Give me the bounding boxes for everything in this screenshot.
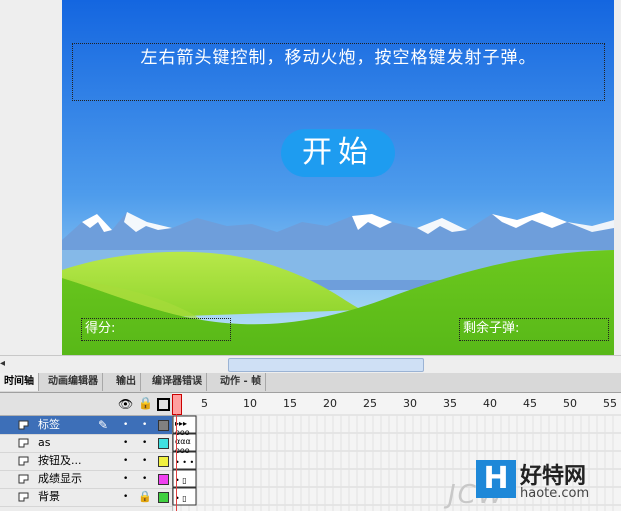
ruler-tick: 45 (523, 397, 537, 410)
visible-dot[interactable]: • (123, 488, 128, 506)
layer-name: 背景 (38, 490, 60, 503)
ruler-tick: 15 (283, 397, 297, 410)
layer-color-swatch[interactable] (158, 438, 169, 449)
ruler-tick: 10 (243, 397, 257, 410)
scrollbar-thumb[interactable] (228, 358, 424, 372)
ruler-tick: 35 (443, 397, 457, 410)
layer-color-swatch[interactable] (158, 492, 169, 503)
layer-row-as[interactable]: as • • (0, 434, 172, 453)
start-button[interactable]: 开始 (281, 129, 395, 177)
lock-dot[interactable]: • (142, 470, 147, 488)
ruler-tick: 55 (603, 397, 617, 410)
lock-dot[interactable]: • (142, 434, 147, 452)
layer-icon (18, 438, 29, 448)
tab-motion-editor[interactable]: 动画编辑器 (44, 373, 103, 391)
layer-row-score[interactable]: 成绩显示 • • (0, 470, 172, 489)
ruler-tick: 50 (563, 397, 577, 410)
keyframe-marker[interactable]: ooo (175, 429, 190, 437)
layer-color-swatch[interactable] (158, 420, 169, 431)
tab-timeline[interactable]: 时间轴 (0, 373, 39, 391)
visible-dot[interactable]: • (123, 470, 128, 488)
keyframe-marker[interactable]: ooo (175, 447, 190, 455)
visible-dot[interactable]: • (123, 416, 128, 434)
layer-list: 👁 🔒 标签 ✎ • • as • • 按钮及... • • 成绩显示 • • … (0, 393, 173, 511)
visible-dot[interactable]: • (123, 434, 128, 452)
stage-pasteboard-left (0, 0, 62, 355)
ammo-textbox[interactable]: 剩余子弹: (459, 318, 609, 341)
layer-row-labels[interactable]: 标签 ✎ • • (0, 416, 172, 435)
stage-canvas[interactable]: 左右箭头键控制，移动火炮，按空格键发射子弹。 开始 得分: 剩余子弹: (62, 0, 614, 355)
tab-actions-frame[interactable]: 动作 - 帧 (216, 373, 267, 391)
keyframe-marker[interactable]: ααα (175, 438, 191, 446)
tab-compiler-errors[interactable]: 编译器错误 (148, 373, 207, 391)
ruler-tick: 25 (363, 397, 377, 410)
instruction-textbox[interactable]: 左右箭头键控制，移动火炮，按空格键发射子弹。 (72, 43, 605, 101)
keyframe-marker[interactable]: • • • (175, 459, 194, 467)
layer-icon (18, 492, 29, 502)
panel-tab-bar: 时间轴 动画编辑器 输出 编译器错误 动作 - 帧 (0, 373, 621, 393)
watermark-logo-icon: H (476, 460, 516, 498)
watermark: JCW H 好特网 haote.com (448, 458, 621, 511)
stage-horizontal-scrollbar[interactable]: ◂ (0, 355, 621, 373)
outline-icon[interactable] (157, 398, 170, 411)
eye-icon[interactable]: 👁 (118, 397, 133, 411)
layer-icon (18, 456, 29, 466)
ruler-tick: 5 (201, 397, 208, 410)
stage-pasteboard-right (614, 0, 621, 355)
lock-icon[interactable]: 🔒 (138, 396, 153, 410)
layer-icon (18, 420, 29, 430)
ammo-label: 剩余子弹: (463, 321, 520, 336)
lock-dot[interactable]: • (142, 416, 147, 434)
watermark-url: haote.com (520, 486, 590, 501)
layer-header: 👁 🔒 (0, 393, 172, 416)
layer-color-swatch[interactable] (158, 456, 169, 467)
pencil-icon: ✎ (98, 418, 109, 432)
score-textbox[interactable]: 得分: (81, 318, 231, 341)
lock-dot[interactable]: • (142, 452, 147, 470)
visible-dot[interactable]: • (123, 452, 128, 470)
stage-area: 左右箭头键控制，移动火炮，按空格键发射子弹。 开始 得分: 剩余子弹: (0, 0, 621, 355)
playhead[interactable] (172, 394, 182, 415)
ruler-tick: 40 (483, 397, 497, 410)
layer-name: as (38, 436, 51, 449)
layer-name: 成绩显示 (38, 472, 82, 485)
layer-color-swatch[interactable] (158, 474, 169, 485)
playhead-line (176, 414, 177, 511)
layer-row-buttons[interactable]: 按钮及... • • (0, 452, 172, 471)
layer-row-background[interactable]: 背景 • 🔒 (0, 488, 172, 507)
ruler-tick: 30 (403, 397, 417, 410)
layer-locked-icon[interactable]: 🔒 (138, 488, 152, 506)
instruction-text: 左右箭头键控制，移动火炮，按空格键发射子弹。 (140, 48, 537, 68)
scroll-left-icon[interactable]: ◂ (0, 358, 10, 370)
ruler-tick: 20 (323, 397, 337, 410)
layer-name: 标签 (38, 418, 60, 431)
tab-output[interactable]: 输出 (112, 373, 141, 391)
layer-icon (18, 474, 29, 484)
layer-name: 按钮及... (38, 454, 82, 467)
score-label: 得分: (85, 321, 116, 336)
